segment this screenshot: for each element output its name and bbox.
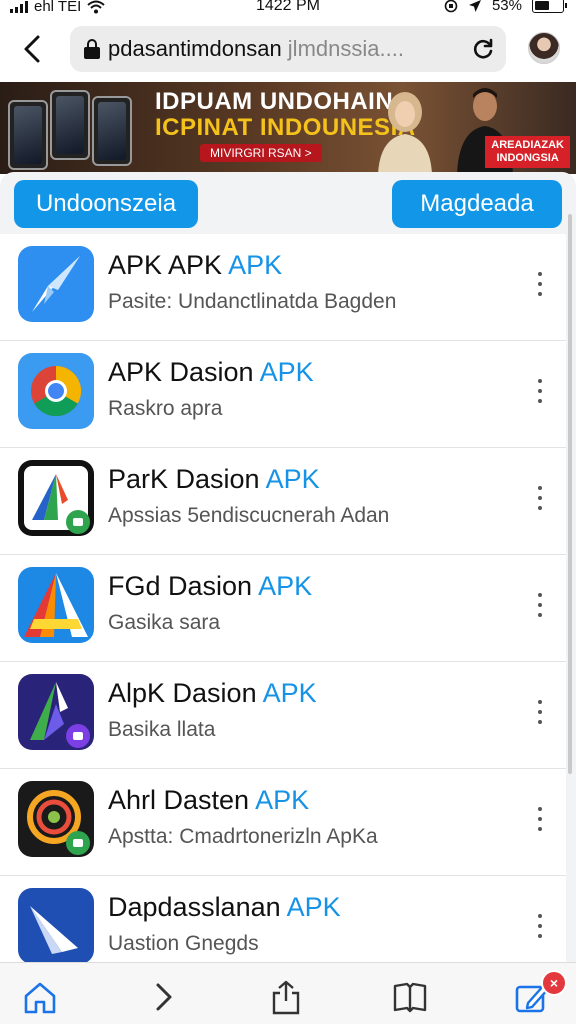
url-domain: pdasantimdonsan (108, 36, 288, 61)
more-options-icon[interactable] (534, 914, 546, 938)
app-subtitle: Basika llata (108, 718, 216, 741)
list-item[interactable]: FGd Dasion APK Gasika sara (0, 555, 566, 662)
orientation-lock-icon (444, 0, 458, 12)
status-bar: ehl TEI 1422 PM 53% (0, 0, 576, 18)
promo-banner[interactable]: IDPUAM UNDOHAIN ICPINAT INDOUNESIA MIVIR… (0, 82, 576, 174)
list-item[interactable]: APK Dasion APK Raskro apra (0, 341, 566, 448)
banner-title-line1: IDPUAM UNDOHAIN (155, 88, 394, 115)
app-title: APK APK APK (108, 250, 283, 280)
more-options-icon[interactable] (534, 593, 546, 617)
bookmarks-button[interactable] (392, 979, 428, 1015)
back-button[interactable] (18, 34, 48, 64)
forward-button[interactable] (146, 979, 182, 1015)
bottom-toolbar (0, 962, 576, 1024)
more-options-icon[interactable] (534, 379, 546, 403)
more-options-icon[interactable] (534, 807, 546, 831)
status-right: 53% (444, 0, 567, 14)
chrome-icon (18, 353, 94, 429)
blue-pen-icon (18, 888, 94, 964)
tab-count-badge: × (541, 970, 567, 996)
triangle-android-icon (18, 460, 94, 536)
orbit-icon (18, 781, 94, 857)
app-list-sheet: Undoonszeia Magdeada APK APK APK Pasite:… (0, 172, 576, 976)
list-item[interactable]: ParK Dasion APK Apssias 5endiscucnerah A… (0, 448, 566, 555)
share-button[interactable] (268, 979, 304, 1015)
more-options-icon[interactable] (534, 272, 546, 296)
banner-badge-line1: AREADIAZAK (491, 139, 564, 151)
banner-badge: AREADIAZAK INDONGSIA (485, 136, 570, 168)
app-title: AlpK Dasion APK (108, 678, 317, 708)
woman-illustration (378, 92, 432, 174)
app-subtitle: Apstta: Cmadrtonerizln ApKa (108, 825, 378, 848)
profile-avatar[interactable] (528, 32, 560, 64)
paper-plane-icon (18, 246, 94, 322)
address-bar-row: pdasantimdonsan jlmdnssia.... (0, 22, 576, 78)
purple-a-icon (18, 674, 94, 750)
app-title: ParK Dasion APK (108, 464, 320, 494)
list-item[interactable]: Ahrl Dasten APK Apstta: Cmadrtonerizln A… (0, 769, 566, 876)
url-path: jlmdnssia.... (287, 36, 404, 61)
app-subtitle: Raskro apra (108, 397, 223, 420)
right-filter-button[interactable]: Magdeada (392, 180, 562, 228)
location-icon (468, 0, 481, 12)
app-list: APK APK APK Pasite: Undanctlinatda Bagde… (0, 234, 566, 976)
home-button[interactable] (22, 979, 58, 1015)
scrollbar[interactable] (568, 214, 572, 774)
app-subtitle: Gasika sara (108, 611, 221, 634)
banner-badge-line2: INDONGSIA (496, 152, 559, 164)
reload-button[interactable] (470, 36, 496, 62)
banner-cta[interactable]: MIVIRGRI RSAN > (200, 144, 322, 162)
app-title: Dapdasslanan APK (108, 892, 341, 922)
lock-icon (84, 39, 100, 59)
app-title: FGd Dasion APK (108, 571, 313, 601)
list-item[interactable]: APK APK APK Pasite: Undanctlinatda Bagde… (0, 234, 566, 341)
more-options-icon[interactable] (534, 700, 546, 724)
list-item[interactable]: Dapdasslanan APK Uastion Gnegds (0, 876, 566, 976)
app-subtitle: Apssias 5endiscucnerah Adan (108, 504, 390, 527)
app-title: Ahrl Dasten APK (108, 785, 310, 815)
battery-percent: 53% (491, 0, 522, 14)
url-text: pdasantimdonsan jlmdnssia.... (108, 36, 404, 62)
colorful-a-icon (18, 567, 94, 643)
list-item[interactable]: AlpK Dasion APK Basika llata (0, 662, 566, 769)
app-subtitle: Uastion Gnegds (108, 932, 259, 955)
more-options-icon[interactable] (534, 486, 546, 510)
app-title: APK Dasion APK (108, 357, 314, 387)
url-field[interactable]: pdasantimdonsan jlmdnssia.... (70, 26, 506, 72)
phones-illustration (6, 86, 136, 170)
left-filter-button[interactable]: Undoonszeia (14, 180, 198, 228)
app-subtitle: Pasite: Undanctlinatda Bagden (108, 290, 397, 313)
battery-icon (532, 0, 567, 13)
